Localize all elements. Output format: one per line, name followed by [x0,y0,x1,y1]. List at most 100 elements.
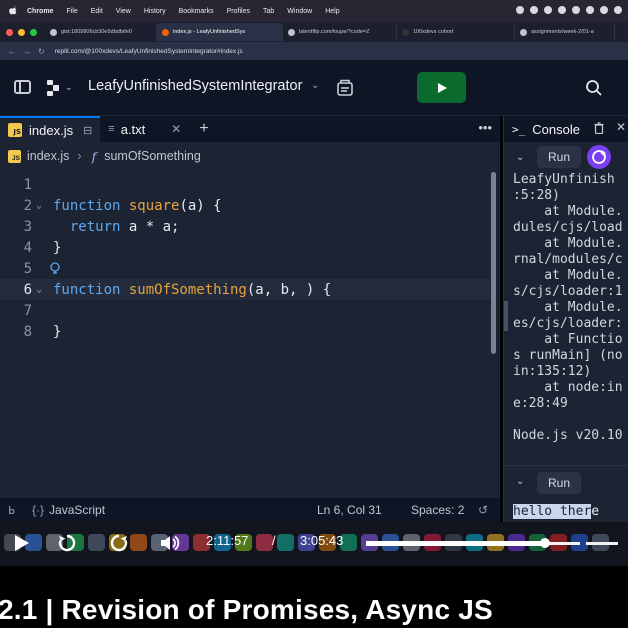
search-icon[interactable] [585,79,603,97]
menu-chrome[interactable]: Chrome [27,8,53,15]
package-icon[interactable] [336,79,354,97]
globe-icon [288,28,295,36]
code-text: return a * a; [53,218,180,235]
replit-logo-icon[interactable] [44,79,62,97]
editor-scrollbar[interactable] [491,172,496,354]
status-icon[interactable] [530,6,538,14]
play-icon [437,82,447,93]
project-name[interactable]: LeafyUnfinishedSystemIntegrator [88,78,302,94]
console-output: LeafyUnfinish :5:28) at Module. dules/cj… [513,172,623,443]
indent-setting[interactable]: Spaces: 2 [411,503,464,517]
lightbulb-icon[interactable] [49,261,61,276]
menu-tab[interactable]: Tab [263,8,274,15]
breadcrumb-symbol[interactable]: sumOfSomething [104,149,201,163]
rewind-10-icon[interactable] [56,532,78,554]
progress-knob[interactable] [539,538,550,548]
fold-chevron-icon[interactable]: ⌄ [36,200,42,211]
status-icon[interactable] [600,6,608,14]
function-symbol-icon: f [91,148,97,164]
forward-arrow-icon[interactable]: → [23,47,31,56]
chevron-down-icon[interactable]: ⌄ [516,152,524,163]
maximize-window-button[interactable] [30,28,37,36]
tab-a-txt[interactable]: ≡ a.txt ✕ [100,116,189,142]
code-line[interactable]: 3 return a * a; [0,216,490,237]
cohort-favicon [402,28,409,36]
menu-history[interactable]: History [144,8,166,15]
github-icon [50,28,57,36]
forward-10-icon[interactable] [108,532,130,554]
more-options-icon[interactable]: ••• [478,120,492,135]
browser-tab-active[interactable]: index.js - LeafyUnfinishedSys [157,23,283,41]
breadcrumb-file[interactable]: index.js [27,149,69,163]
console-run-button-2[interactable]: Run [537,472,581,494]
browser-tab-label: assignments/week-2/01-a [531,29,594,35]
reload-icon[interactable]: ↻ [38,47,45,56]
close-icon[interactable]: ✕ [616,120,626,134]
close-icon[interactable]: ✕ [171,122,181,136]
menu-profiles[interactable]: Profiles [227,8,250,15]
code-token: a * a; [128,218,180,235]
status-icon[interactable] [586,6,594,14]
code-token: sumOfSomething [128,281,247,298]
history-icon[interactable]: ↺ [478,503,488,517]
progress-bar[interactable] [366,538,618,548]
browser-tab[interactable]: gist:1809806cb30e5dbdfafe0 [45,23,157,41]
code-line[interactable]: 6 ⌄ function sumOfSomething(a, b, ) { [0,279,490,300]
code-line[interactable]: 8} [0,321,490,342]
menu-help[interactable]: Help [325,8,339,15]
status-icon[interactable] [544,6,552,14]
menu-file[interactable]: File [66,8,77,15]
chevron-down-icon[interactable]: ⌄ [311,80,319,91]
fold-chevron-icon[interactable]: ⌄ [36,284,42,295]
status-icon[interactable] [558,6,566,14]
code-line[interactable]: 1 [0,174,490,195]
run-button[interactable] [417,72,466,103]
add-tab-icon[interactable]: + [199,120,208,138]
code-line[interactable]: 4} [0,237,490,258]
play-icon[interactable] [10,532,32,554]
menu-edit[interactable]: Edit [91,8,103,15]
code-line[interactable]: 7 [0,300,490,321]
code-line[interactable]: 5 [0,258,490,279]
ai-assistant-icon[interactable] [587,145,611,169]
chevron-down-icon[interactable]: ⌄ [516,476,524,487]
braces-icon: {·} [32,503,45,517]
status-icon[interactable] [516,6,524,14]
sidebar-toggle-icon[interactable] [14,80,31,94]
status-icon[interactable] [614,6,622,14]
status-icon[interactable] [572,6,580,14]
browser-tab-label: gist:1809806cb30e5dbdfafe0 [61,29,132,35]
language-indicator[interactable]: {·} JavaScript [32,503,105,517]
git-branch-icon[interactable]: ᖯ [8,504,15,517]
browser-tab-label: index.js - LeafyUnfinishedSys [173,29,246,35]
text-file-icon: ≡ [108,123,115,135]
tab-options-icon[interactable]: ⊟ [83,124,92,137]
menu-window[interactable]: Window [287,8,312,15]
menu-view[interactable]: View [116,8,131,15]
code-editor[interactable]: 1 2 ⌄ function square(a) {3 return a * a; 4}… [0,170,500,498]
browser-tab[interactable]: assignments/week-2/01-a [515,23,615,41]
line-number: 1 [23,176,32,193]
menu-bookmarks[interactable]: Bookmarks [179,8,214,15]
console-scrollbar[interactable] [504,301,508,331]
cursor-position[interactable]: Ln 6, Col 31 [317,503,382,517]
tab-index-js[interactable]: JS index.js ⊟ [0,116,101,142]
console-input[interactable]: hello there [513,504,599,519]
console-run-button[interactable]: Run [537,146,581,168]
url-field[interactable]: replit.com/@100xdevs/LeafyUnfinishedSyst… [55,48,243,55]
console-title[interactable]: Console [532,122,580,137]
trash-icon[interactable] [594,122,604,134]
browser-tab[interactable]: 100xdevs cohort [397,23,515,41]
minimize-window-button[interactable] [18,28,25,36]
code-line[interactable]: 2 ⌄ function square(a) { [0,195,490,216]
status-icons [516,6,622,14]
close-window-button[interactable] [6,28,13,36]
editor-status-bar: ᖯ {·} JavaScript Ln 6, Col 31 Spaces: 2 ↺ [0,498,500,522]
apple-icon[interactable] [8,6,17,16]
volume-icon[interactable] [158,532,180,554]
back-arrow-icon[interactable]: ← [8,47,16,56]
browser-tab[interactable]: latentflip.com/loupe/?code=Z [283,23,397,41]
time-separator: / [272,533,276,548]
line-number: 7 [23,302,32,319]
chevron-down-icon[interactable]: ⌄ [65,82,73,93]
